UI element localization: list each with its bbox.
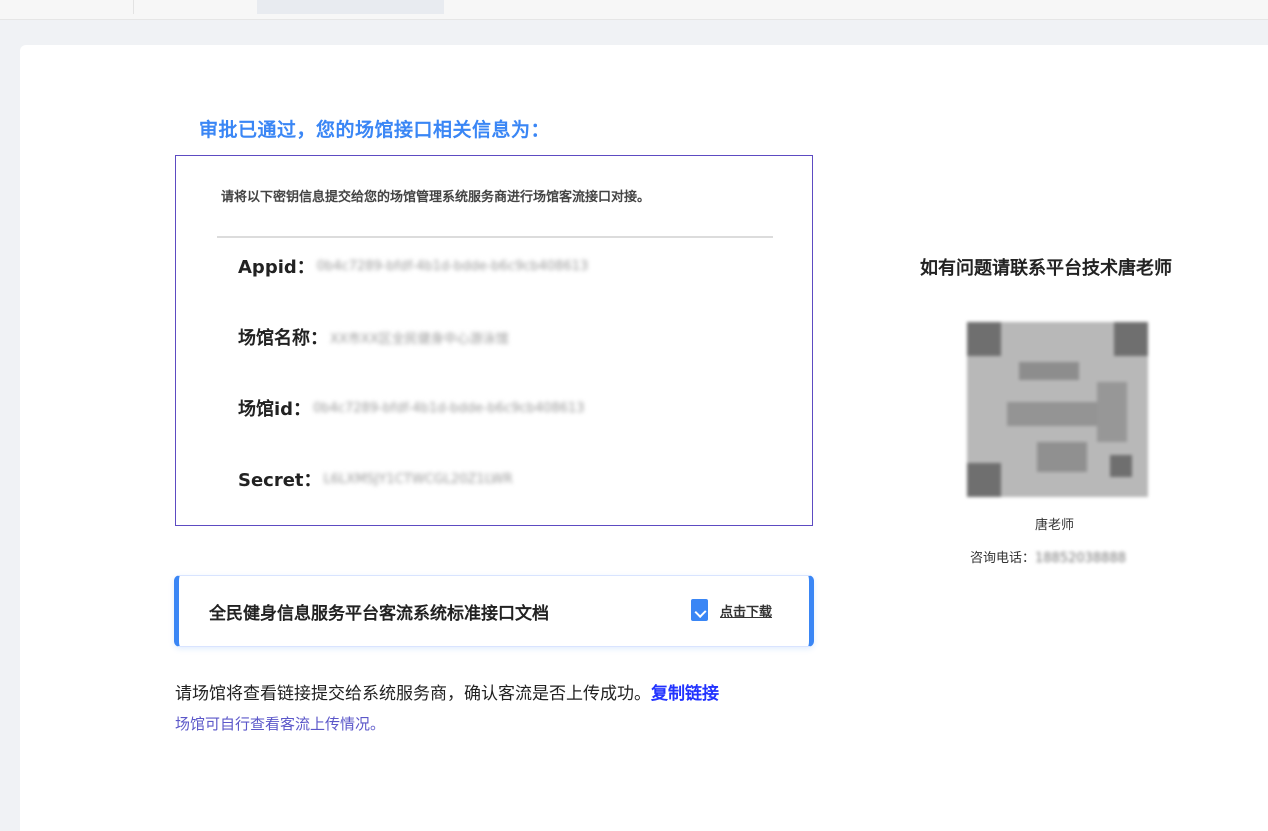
contact-phone: 咨询电话：18852038888 (970, 547, 1126, 566)
contact-title: 如有问题请联系平台技术唐老师 (920, 258, 1172, 279)
field-label: Appid： (238, 257, 315, 278)
field-appid: Appid： 0b4c7289-bfdf-4b1d-bdde-b6c9cb408… (238, 253, 588, 279)
document-title: 全民健身信息服务平台客流系统标准接口文档 (209, 604, 549, 624)
field-label: Secret： (238, 470, 322, 491)
approval-title: 审批已通过，您的场馆接口相关信息为： (199, 119, 551, 141)
field-secret: Secret： L6LXMSJY1CTWCGL20Z1LWR (238, 466, 513, 492)
field-label: 场馆名称： (238, 328, 328, 349)
contact-name: 唐老师 (1035, 518, 1075, 533)
field-venue-name: 场馆名称： XX市XX区全民健身中心游泳馆 (238, 324, 509, 350)
download-button[interactable]: 点击下载 (691, 599, 772, 621)
copy-link-button[interactable]: 复制链接 (651, 684, 719, 704)
qr-code (967, 322, 1148, 497)
download-label[interactable]: 点击下载 (720, 601, 772, 620)
interface-info-box: 请将以下密钥信息提交给您的场馆管理系统服务商进行场馆客流接口对接。 Appid：… (175, 155, 813, 526)
file-download-icon[interactable] (691, 599, 708, 621)
top-tab[interactable] (257, 0, 444, 14)
instruction-line: 请场馆将查看链接提交给系统服务商，确认客流是否上传成功。复制链接 (175, 679, 719, 704)
field-label: 场馆id： (238, 399, 312, 420)
top-bar (0, 0, 1268, 20)
phone-label: 咨询电话： (970, 551, 1036, 566)
instruction-text: 请场馆将查看链接提交给系统服务商，确认客流是否上传成功。 (175, 684, 651, 704)
field-value: L6LXMSJY1CTWCGL20Z1LWR (323, 471, 513, 487)
info-notice: 请将以下密钥信息提交给您的场馆管理系统服务商进行场馆客流接口对接。 (221, 190, 651, 205)
phone-value: 18852038888 (1035, 551, 1126, 566)
sub-note: 场馆可自行查看客流上传情况。 (175, 715, 386, 733)
document-bar: 全民健身信息服务平台客流系统标准接口文档 点击下载 (174, 575, 814, 647)
field-venue-id: 场馆id： 0b4c7289-bfdf-4b1d-bdde-b6c9cb4086… (238, 395, 585, 421)
info-divider (217, 236, 773, 238)
field-value: 0b4c7289-bfdf-4b1d-bdde-b6c9cb408613 (313, 400, 585, 416)
field-value: XX市XX区全民健身中心游泳馆 (330, 331, 509, 347)
top-bar-separator (133, 0, 134, 14)
field-value: 0b4c7289-bfdf-4b1d-bdde-b6c9cb408613 (316, 258, 589, 274)
